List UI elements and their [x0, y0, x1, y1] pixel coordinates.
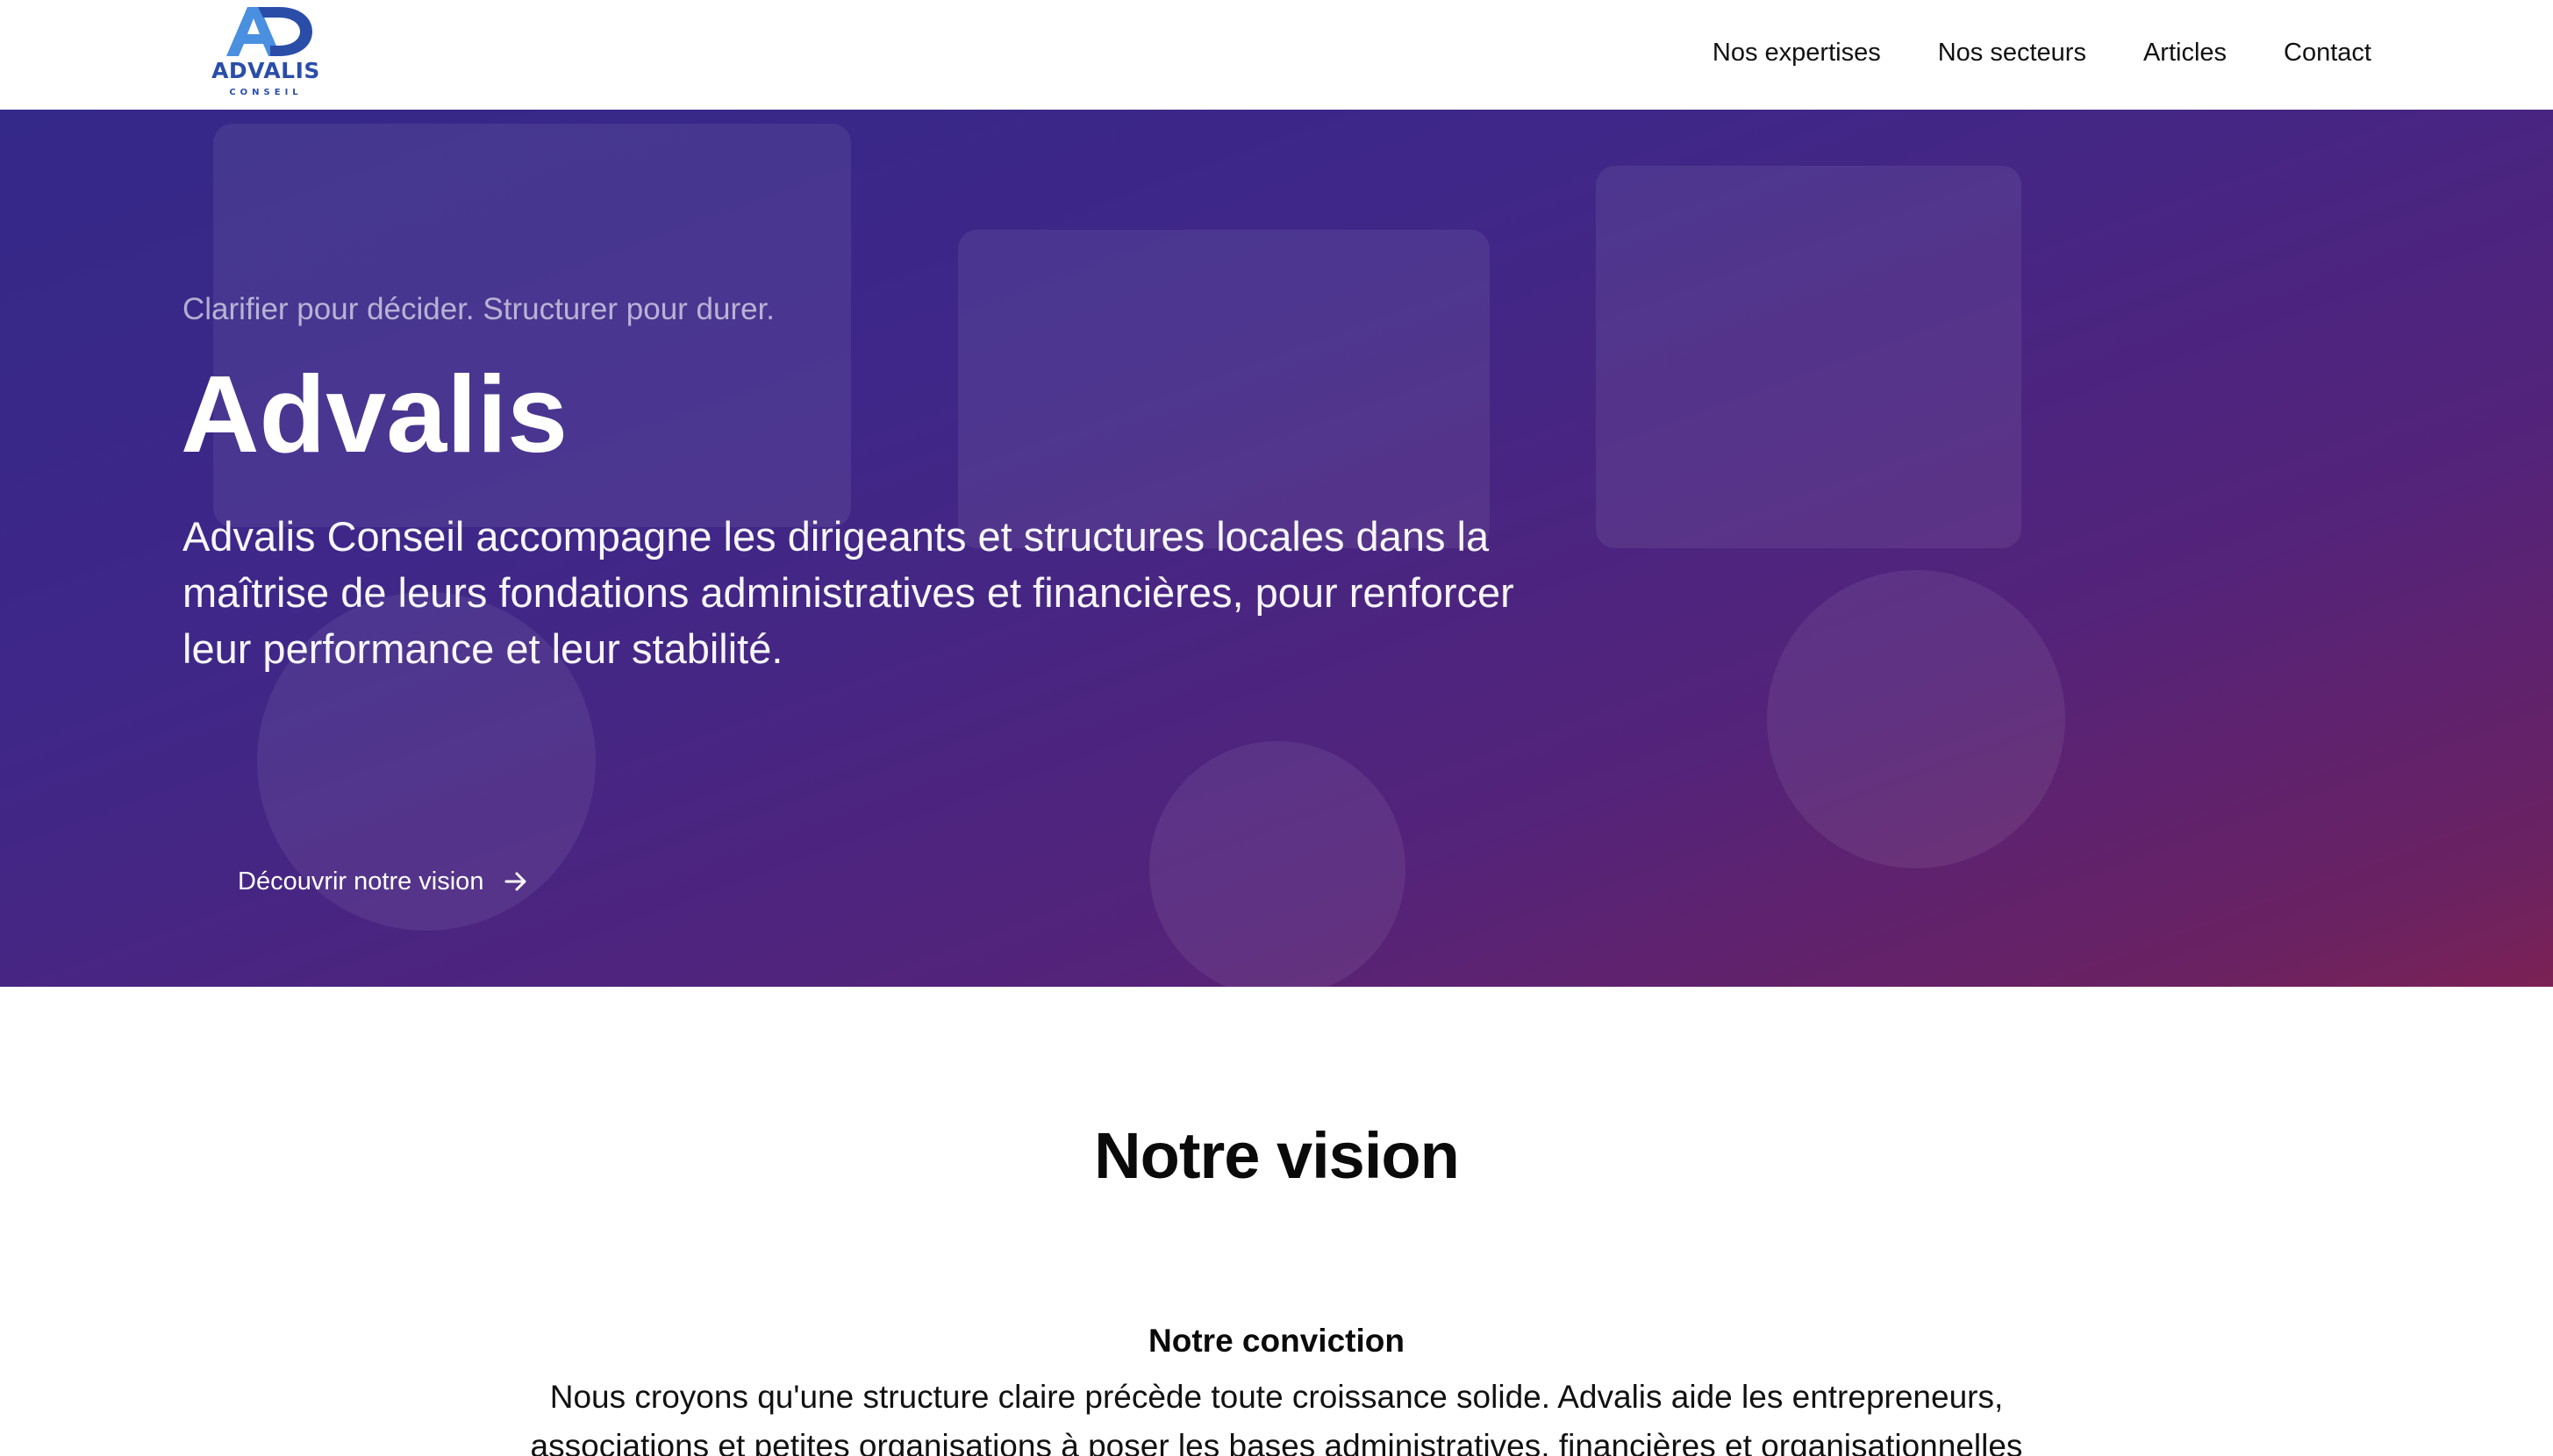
logo-mark-icon [226, 7, 312, 56]
hero-description: Advalis Conseil accompagne les dirigeant… [182, 513, 1514, 672]
site-header: ADVALIS CONSEIL Nos expertises Nos secte… [0, 0, 2553, 110]
nav-link-expertises[interactable]: Nos expertises [1713, 35, 1881, 70]
decorative-rectangle [958, 230, 1490, 548]
conviction-title: Notre conviction [1148, 1323, 1405, 1359]
nav-link-articles[interactable]: Articles [2143, 35, 2227, 70]
arrow-right-icon [503, 868, 529, 895]
logo-wordmark: ADVALIS [211, 58, 320, 83]
vision-title: Notre vision [1094, 1119, 1460, 1192]
nav-link-secteurs[interactable]: Nos secteurs [1938, 35, 2086, 70]
nav-link-contact[interactable]: Contact [2284, 35, 2371, 70]
discover-vision-button[interactable]: Découvrir notre vision [182, 838, 584, 925]
hero-title: Advalis [181, 354, 569, 475]
conviction-text: Nous croyons qu'une structure claire pré… [530, 1379, 2023, 1456]
hero-tagline: Clarifier pour décider. Structurer pour … [182, 292, 776, 326]
logo-subtitle: CONSEIL [229, 88, 303, 97]
cta-label: Découvrir notre vision [238, 867, 484, 896]
hero-section: Clarifier pour décider. Structurer pour … [0, 110, 2553, 987]
decorative-circle [1149, 741, 1405, 987]
main-nav: Nos expertises Nos secteurs Articles Con… [1713, 35, 2371, 70]
decorative-circle [1767, 570, 2065, 868]
advalis-logo[interactable]: ADVALIS CONSEIL [209, 4, 323, 102]
decorative-rectangle [1596, 166, 2021, 548]
